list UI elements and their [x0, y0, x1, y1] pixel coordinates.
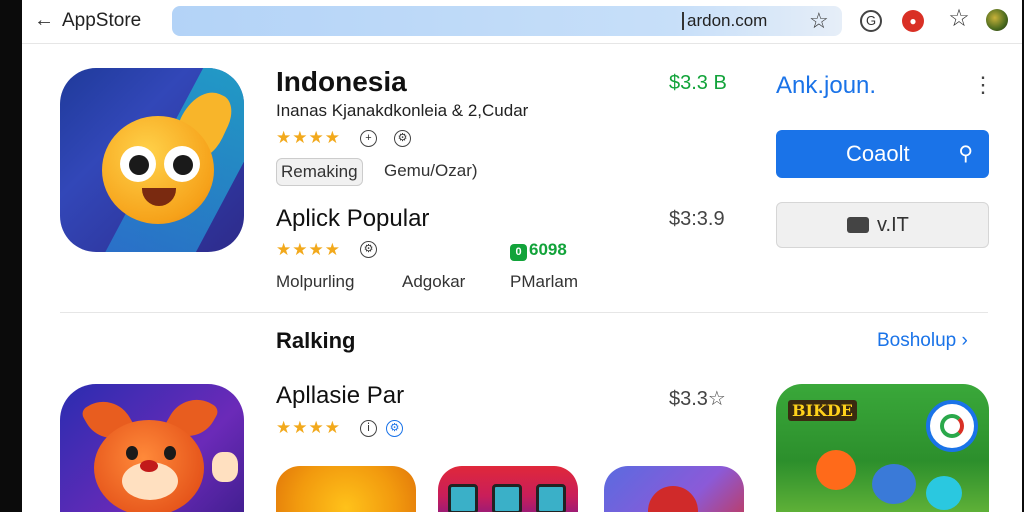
app-title: AppStore	[62, 10, 142, 31]
app-name[interactable]: Indonesia	[276, 66, 407, 98]
record-icon[interactable]: ●	[902, 10, 924, 32]
info-icon: +	[360, 130, 377, 147]
rating-stars: ★★★★	[276, 240, 341, 259]
get-button[interactable]: Coaolt ⚲	[776, 130, 989, 178]
more-menu-icon[interactable]: ⋮	[972, 72, 994, 98]
developer-link[interactable]: Ank.joun.	[776, 72, 876, 100]
get-button-label: Coaolt	[846, 141, 910, 166]
category-label: Gemu/Ozar)	[384, 161, 478, 180]
app-meta: Adgokar	[402, 272, 466, 291]
app-icon-fox[interactable]	[60, 384, 244, 512]
app-price: $3.3 B	[669, 72, 727, 94]
app-meta: Molpurling	[276, 272, 355, 291]
app-store-window: ← AppStore ardon.com ☆ G ● ☆ Indonesia I…	[22, 0, 1022, 512]
bookmark-star-icon[interactable]: ☆	[809, 8, 829, 34]
install-button-label: v.IT	[877, 214, 909, 236]
app-thumbnail[interactable]	[276, 466, 416, 512]
profile-avatar[interactable]	[986, 9, 1008, 31]
app-price: $3.3☆	[669, 388, 726, 410]
badge-value: 6098	[529, 240, 567, 259]
game-banner[interactable]: BIKDE	[776, 384, 989, 512]
back-arrow-icon[interactable]: ←	[34, 10, 54, 30]
divider	[60, 312, 988, 313]
rating-stars: ★★★★	[276, 128, 341, 147]
rating-stars: ★★★★	[276, 418, 341, 437]
category-tag[interactable]: Remaking	[276, 158, 363, 186]
game-title: BIKDE	[788, 400, 857, 421]
see-all-link[interactable]: Bosholup ›	[877, 330, 968, 352]
install-button[interactable]: v.IT	[776, 202, 989, 248]
app-name[interactable]: Aplick Popular	[276, 205, 429, 233]
sync-icon[interactable]: G	[860, 10, 882, 32]
download-badge: 0 6098	[510, 240, 567, 261]
section-title: Ralking	[276, 328, 356, 353]
app-subtitle: Inanas Kjanakdkonleia & 2,Cudar	[276, 101, 529, 120]
app-meta: PMarlam	[510, 272, 579, 291]
address-bar[interactable]: ardon.com ☆	[172, 6, 842, 36]
settings-icon: ⚙	[394, 130, 411, 147]
url-text[interactable]: ardon.com	[682, 12, 767, 30]
app-thumbnail[interactable]	[438, 466, 578, 512]
favorite-star-icon[interactable]: ☆	[946, 6, 972, 32]
app-name[interactable]: Apllasie Par	[276, 382, 404, 410]
app-thumbnail[interactable]	[604, 466, 744, 512]
bag-icon	[847, 217, 869, 233]
app-icon-indonesia[interactable]	[60, 68, 244, 252]
settings-icon: ⚙	[386, 420, 403, 437]
app-price: $3:3.9	[669, 208, 725, 230]
badge-prefix: 0	[510, 244, 527, 261]
game-logo-icon	[926, 400, 978, 452]
search-icon: ⚲	[958, 143, 973, 165]
settings-icon: ⚙	[360, 241, 377, 258]
browser-toolbar: ← AppStore ardon.com ☆ G ● ☆	[22, 0, 1022, 44]
info-icon: ⅰ	[360, 420, 377, 437]
